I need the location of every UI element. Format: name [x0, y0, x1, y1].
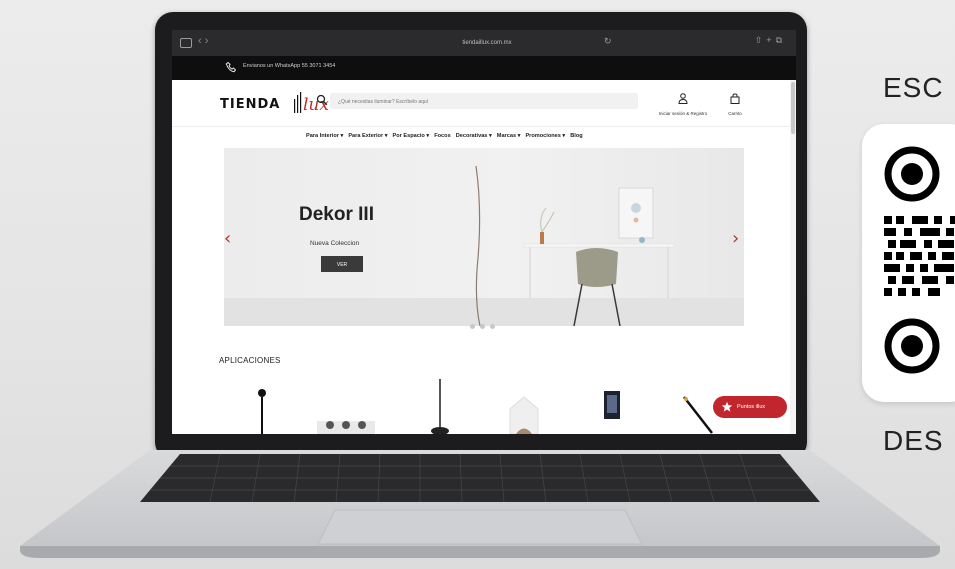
phone-icon: [225, 61, 237, 73]
browser-nav-buttons[interactable]: ‹ ›: [198, 35, 208, 47]
laptop-base: [20, 450, 940, 560]
qr-code-card[interactable]: [862, 124, 955, 402]
qr-code: [884, 146, 955, 374]
product-wall-light[interactable]: [509, 396, 539, 434]
slider-dot[interactable]: [480, 324, 485, 329]
browser-toolbar: ‹ › tiendaillux.com.mx ↻ ⇧+⧉: [172, 30, 796, 56]
hero-slider: ‹ › Dekor III Nueva Coleccion VER: [224, 148, 744, 329]
bag-icon: [730, 93, 740, 104]
points-button[interactable]: Puntos illux: [713, 396, 787, 418]
hero-image: [224, 165, 744, 326]
account-button[interactable]: Iniciar sesión & Registro: [654, 91, 712, 117]
applications-title: APLICACIONES: [219, 356, 281, 365]
sidebar-icon[interactable]: [180, 38, 192, 48]
hero-cta-button[interactable]: VER: [321, 256, 363, 272]
nav-item-promociones[interactable]: Promociones ▾: [525, 133, 565, 139]
nav-item-por-espacio[interactable]: Por Espacio ▾: [393, 133, 430, 139]
nav-item-para-interior[interactable]: Para Interior ▾: [306, 133, 343, 139]
star-icon: [721, 401, 733, 412]
slider-dot[interactable]: [490, 324, 495, 329]
hero-subtitle: Nueva Coleccion: [310, 240, 360, 247]
product-floor-lamp[interactable]: [258, 389, 266, 434]
logo-text: TIENDA: [220, 97, 281, 112]
cart-label: Carrito: [728, 111, 742, 116]
search-icon[interactable]: [316, 94, 328, 106]
slider-next-icon[interactable]: ›: [732, 228, 739, 249]
hero-title: Dekor III: [299, 204, 374, 225]
main-nav: Para Interior ▾ Para Exterior ▾ Por Espa…: [172, 126, 790, 147]
search-bar: [316, 93, 638, 109]
reload-icon[interactable]: ↻: [604, 36, 612, 47]
address-bar[interactable]: tiendaillux.com.mx: [442, 37, 532, 49]
points-label: Puntos illux: [737, 404, 766, 410]
slider-dots: [470, 324, 495, 329]
whatsapp-bar: Envianos un WhatsApp 55 3071 3454: [172, 56, 796, 80]
nav-item-decorativas[interactable]: Decorativas ▾: [456, 133, 492, 139]
whatsapp-link[interactable]: Envianos un WhatsApp 55 3071 3454: [243, 63, 335, 69]
cart-button[interactable]: Carrito: [722, 91, 748, 117]
slider-prev-icon[interactable]: ‹: [224, 228, 231, 249]
nav-item-para-exterior[interactable]: Para Exterior ▾: [348, 133, 387, 139]
user-icon: [678, 93, 688, 104]
nav-item-blog[interactable]: Blog: [570, 133, 582, 139]
nav-item-focos[interactable]: Focos: [434, 133, 450, 139]
product-lantern[interactable]: [604, 391, 620, 419]
browser-right-icons[interactable]: ⇧+⧉: [755, 35, 786, 46]
laptop-screen: ‹ › tiendaillux.com.mx ↻ ⇧+⧉ Envianos un…: [172, 30, 796, 434]
search-input[interactable]: [336, 95, 630, 109]
product-spotlights[interactable]: [317, 421, 375, 434]
download-heading: DES: [883, 425, 944, 456]
scrollbar-thumb[interactable]: [791, 82, 795, 134]
account-label: Iniciar sesión & Registro: [658, 111, 708, 116]
product-stick-lamp[interactable]: [683, 396, 713, 434]
slider-dot[interactable]: [470, 324, 475, 329]
page-scrollbar[interactable]: [790, 80, 796, 434]
product-bollard[interactable]: [431, 379, 449, 434]
site-header: TIENDA lux Iniciar sesión & Registro: [172, 80, 790, 126]
applications-product-row: [258, 379, 713, 434]
nav-item-marcas[interactable]: Marcas ▾: [497, 133, 521, 139]
scan-heading: ESC: [883, 72, 944, 103]
